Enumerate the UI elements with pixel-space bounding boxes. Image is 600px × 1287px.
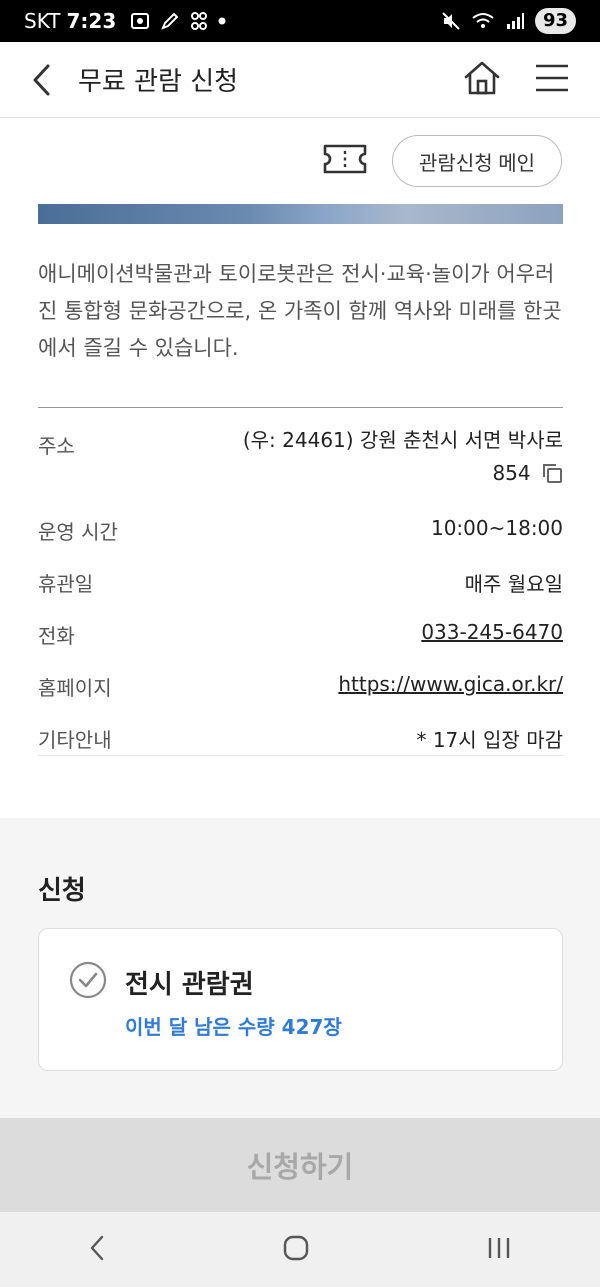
- homepage-link[interactable]: https://www.gica.or.kr/: [338, 672, 563, 701]
- system-navbar: [0, 1212, 600, 1287]
- notification-icons: [130, 11, 226, 31]
- sub-toolbar: 관람신청 메인: [0, 118, 600, 204]
- info-label: 홈페이지: [38, 676, 112, 700]
- battery-level: 93: [534, 8, 576, 34]
- hours-value: 10:00~18:00: [430, 516, 563, 540]
- ticket-name: 전시 관람권: [125, 970, 254, 1000]
- address-value: (우: 24461) 강원 춘천시 서면 박사로 854: [223, 424, 563, 490]
- ticket-icon: [323, 144, 367, 174]
- home-icon: [464, 61, 500, 94]
- submit-application-button[interactable]: 신청하기: [0, 1118, 600, 1212]
- notes-value: * 17시 입장 마감: [416, 728, 563, 752]
- app-header: 무료 관람 신청: [0, 42, 600, 118]
- menu-button[interactable]: [534, 63, 570, 97]
- info-label: 운영 시간: [38, 520, 118, 544]
- info-table: 주소 (우: 24461) 강원 춘천시 서면 박사로 854 운영 시간 10…: [38, 407, 563, 753]
- copy-icon[interactable]: [541, 462, 563, 484]
- nav-back-icon: [91, 1235, 104, 1260]
- ticket-option-card[interactable]: 전시 관람권 이번 달 남은 수량 427장: [38, 928, 563, 1071]
- nav-back-button[interactable]: [87, 1234, 107, 1266]
- nav-recents-icon: [488, 1237, 509, 1258]
- hero-image: [38, 204, 563, 224]
- check-circle-icon: [69, 961, 107, 999]
- back-button[interactable]: [30, 60, 66, 100]
- info-label: 휴관일: [38, 572, 94, 596]
- apply-section-title: 신청: [38, 876, 86, 906]
- signal-icon: [506, 13, 524, 29]
- info-row-address: 주소 (우: 24461) 강원 춘천시 서면 박사로 854: [38, 428, 563, 490]
- mute-icon: [442, 12, 460, 30]
- nav-recents-button[interactable]: [485, 1234, 513, 1266]
- pen-icon: [161, 12, 179, 30]
- nav-home-icon: [283, 1235, 309, 1260]
- ticket-remaining: 이번 달 남은 수량 427장: [125, 1015, 342, 1039]
- info-row-phone: 전화 033-245-6470: [38, 620, 563, 649]
- info-row-homepage: 홈페이지 https://www.gica.or.kr/: [38, 672, 563, 701]
- info-label: 주소: [38, 434, 75, 458]
- status-bar: SKT 7:23 93: [0, 0, 600, 42]
- info-row-notes: 기타안내 * 17시 입장 마감: [38, 724, 563, 753]
- info-label: 기타안내: [38, 728, 112, 752]
- kakao-icon: [191, 12, 208, 30]
- info-label: 전화: [38, 624, 75, 648]
- wifi-icon: [472, 13, 494, 28]
- page-title: 무료 관람 신청: [78, 67, 239, 97]
- back-icon: [33, 64, 50, 95]
- home-button[interactable]: [462, 59, 502, 101]
- screenshot-icon: [131, 13, 150, 29]
- application-main-button[interactable]: 관람신청 메인: [392, 135, 562, 187]
- museum-description: 애니메이션박물관과 토이로봇관은 전시·교육·놀이가 어우러진 통합형 문화공간…: [38, 262, 562, 360]
- address-text: (우: 24461) 강원 춘천시 서면 박사로 854: [242, 428, 563, 485]
- dot-icon: [218, 17, 226, 25]
- menu-icon: [536, 64, 568, 91]
- clock: 7:23: [66, 9, 117, 33]
- info-row-closed: 휴관일 매주 월요일: [38, 568, 563, 597]
- nav-home-button[interactable]: [282, 1234, 310, 1266]
- info-row-hours: 운영 시간 10:00~18:00: [38, 516, 563, 545]
- ticket-checkbox[interactable]: [69, 961, 107, 1003]
- carrier-name: SKT: [24, 9, 61, 33]
- info-divider: [38, 755, 563, 756]
- ticket-button[interactable]: [322, 143, 368, 179]
- phone-link[interactable]: 033-245-6470: [421, 620, 563, 649]
- closed-day-value: 매주 월요일: [464, 572, 563, 596]
